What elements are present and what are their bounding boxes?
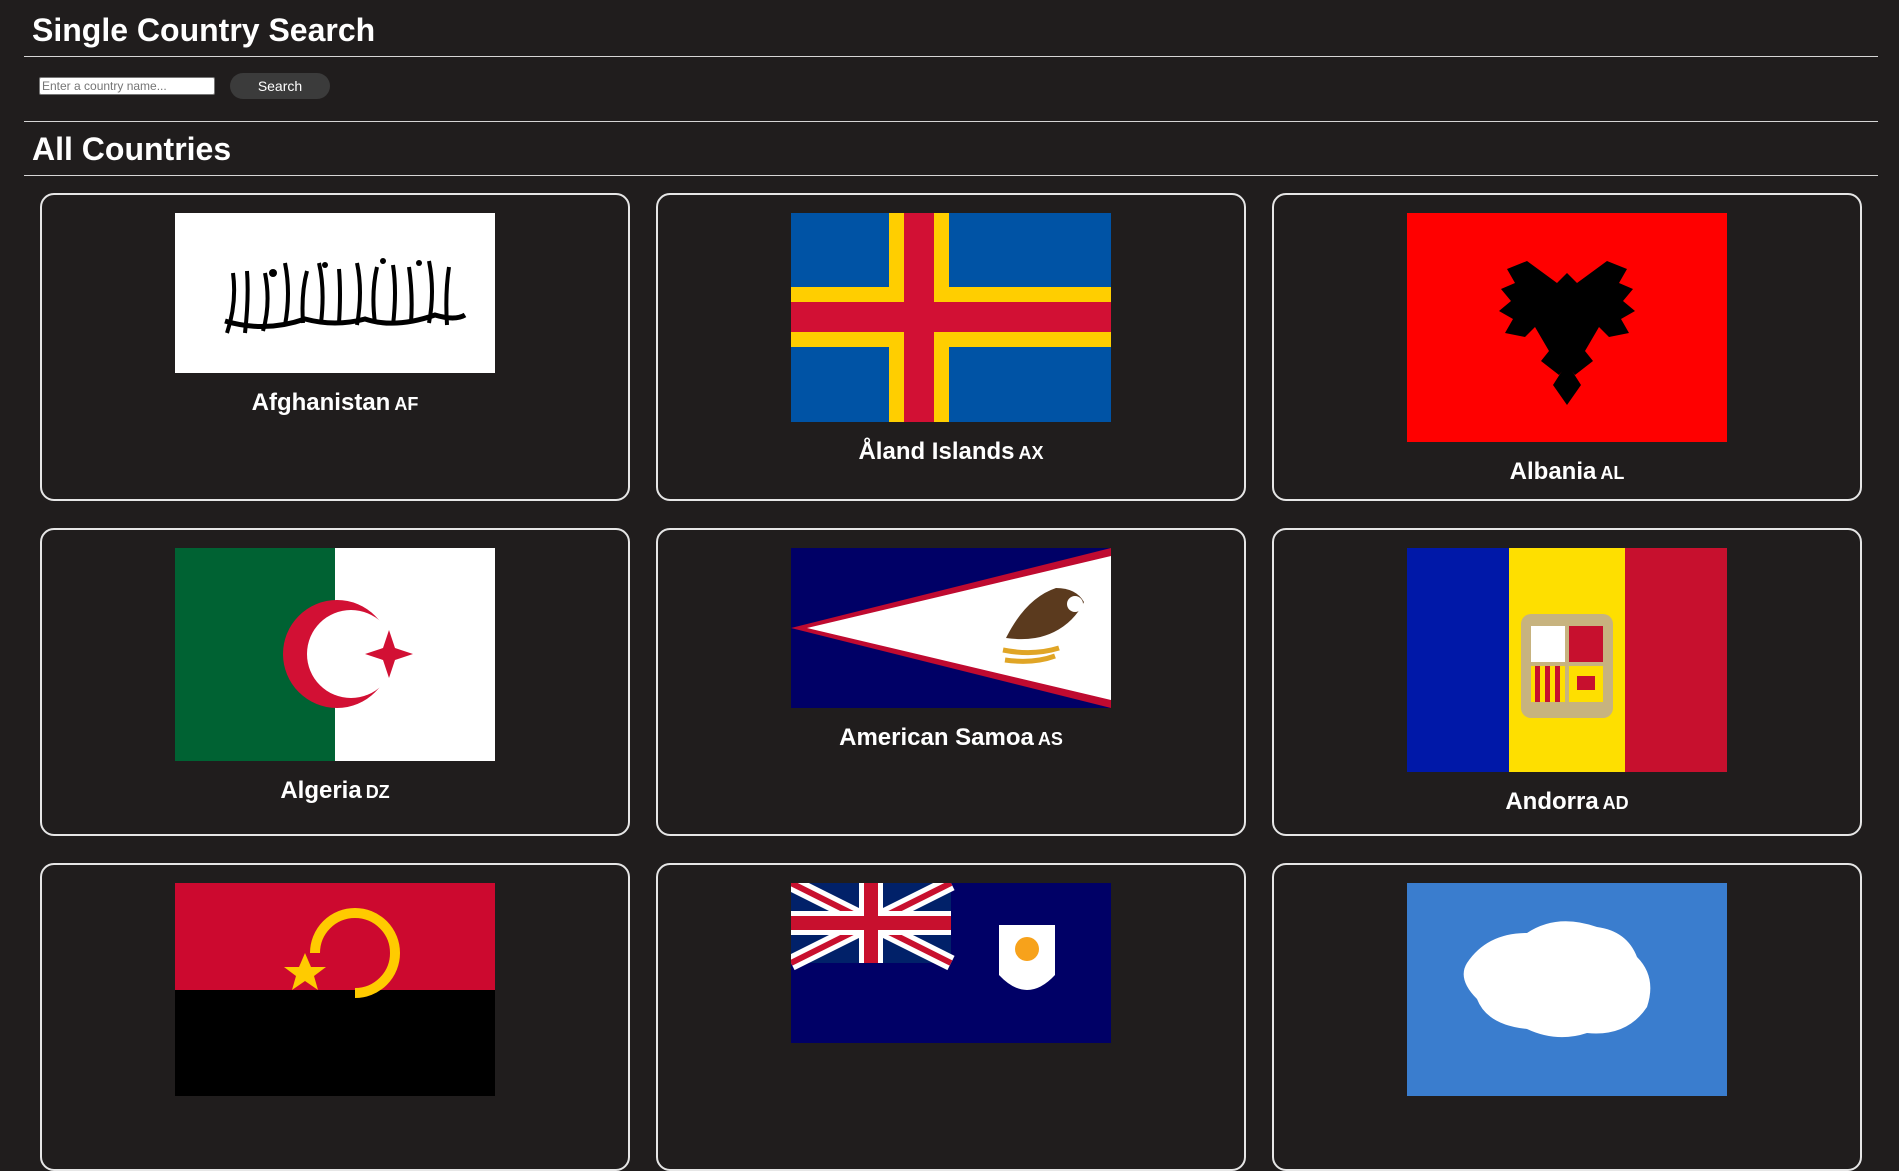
country-code: AX — [1018, 443, 1044, 463]
country-code: AL — [1600, 463, 1625, 483]
country-card[interactable]: Åland Islands AX — [656, 193, 1246, 501]
search-button[interactable]: Search — [230, 73, 330, 99]
country-card[interactable]: Algeria DZ — [40, 528, 630, 836]
country-card[interactable] — [40, 863, 630, 1171]
country-search-input[interactable] — [39, 77, 215, 95]
country-name: Andorra — [1505, 788, 1599, 815]
country-code: AD — [1602, 793, 1629, 813]
divider — [24, 56, 1878, 57]
ai-flag-icon — [791, 883, 1111, 1043]
search-section-title: Single Country Search — [32, 12, 376, 48]
country-card[interactable] — [1272, 863, 1862, 1171]
country-label: American Samoa AS — [839, 724, 1063, 752]
as-flag-icon — [791, 548, 1111, 708]
country-label — [333, 1112, 337, 1140]
ao-flag-icon — [175, 883, 495, 1096]
ax-flag-icon — [791, 213, 1111, 422]
country-name: Åland Islands — [858, 438, 1015, 465]
country-grid: Afghanistan AF Åland Islands AX Albania … — [40, 193, 1863, 1171]
country-label: Åland Islands AX — [858, 438, 1043, 466]
country-card[interactable]: Andorra AD — [1272, 528, 1862, 836]
country-label: Algeria DZ — [280, 777, 389, 805]
divider — [24, 175, 1878, 176]
ad-flag-icon — [1407, 548, 1727, 772]
country-label: Andorra AD — [1505, 788, 1628, 816]
country-card[interactable]: American Samoa AS — [656, 528, 1246, 836]
country-label: Albania AL — [1510, 458, 1625, 486]
country-card[interactable]: Albania AL — [1272, 193, 1862, 501]
country-code: AF — [394, 394, 419, 414]
country-name: Algeria — [280, 777, 362, 804]
search-row: Search — [39, 73, 330, 99]
country-code: AS — [1037, 729, 1063, 749]
country-card[interactable] — [656, 863, 1246, 1171]
country-label — [949, 1059, 953, 1087]
divider — [24, 121, 1878, 122]
country-label — [1565, 1112, 1569, 1140]
all-countries-title: All Countries — [32, 131, 232, 167]
country-name: Afghanistan — [251, 389, 391, 416]
country-name: Albania — [1509, 458, 1597, 485]
al-flag-icon — [1407, 213, 1727, 442]
country-card[interactable]: Afghanistan AF — [40, 193, 630, 501]
dz-flag-icon — [175, 548, 495, 761]
af-flag-icon — [175, 213, 495, 373]
country-label: Afghanistan AF — [252, 389, 419, 417]
country-name: American Samoa — [839, 724, 1034, 751]
country-code: DZ — [365, 782, 390, 802]
aq-flag-icon — [1407, 883, 1727, 1096]
